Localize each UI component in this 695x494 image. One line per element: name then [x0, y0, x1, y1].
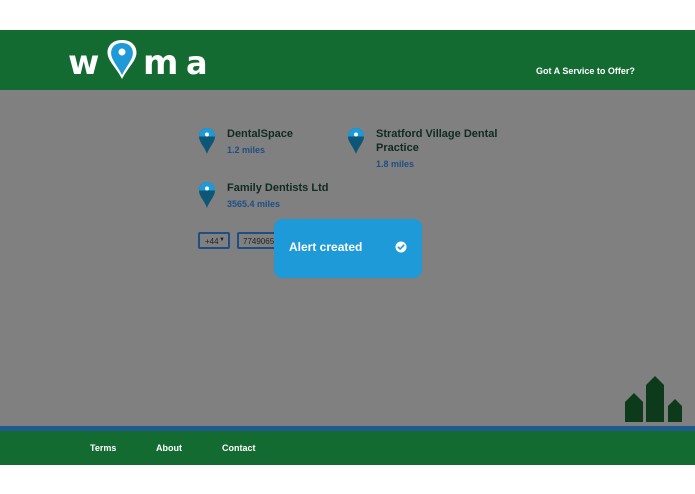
map-pin-icon	[199, 128, 215, 154]
main-content: DentalSpace 1.2 miles Stratford Village …	[0, 90, 695, 426]
chevron-down-icon: ▼	[219, 237, 225, 243]
result-name[interactable]: Stratford Village Dental Practice	[376, 127, 516, 155]
offer-service-link[interactable]: Got A Service to Offer?	[536, 66, 635, 76]
logo-letter-w: w	[68, 43, 99, 82]
logo-letter-a: a	[186, 44, 208, 82]
check-circle-icon	[395, 241, 407, 253]
phone-number-value: 7749065	[243, 237, 275, 246]
wyma-logo[interactable]: w m a	[68, 38, 213, 82]
footer-link-contact[interactable]: Contact	[222, 443, 256, 453]
footer-link-about[interactable]: About	[156, 443, 182, 453]
result-distance: 1.8 miles	[376, 159, 415, 169]
result-name[interactable]: DentalSpace	[227, 127, 367, 141]
city-skyline-icon	[625, 376, 682, 422]
country-code-select[interactable]: +44 ▼	[198, 232, 230, 249]
map-pin-icon	[348, 128, 364, 154]
toast-message: Alert created	[289, 240, 363, 254]
result-name[interactable]: Family Dentists Ltd	[227, 181, 367, 195]
site-header: w m a Got A Service to Offer?	[0, 30, 695, 90]
result-distance: 3565.4 miles	[227, 199, 281, 209]
result-distance: 1.2 miles	[227, 145, 266, 155]
map-pin-icon	[199, 182, 215, 208]
footer-link-terms[interactable]: Terms	[90, 443, 116, 453]
logo-letter-m: m	[143, 43, 178, 82]
site-footer: Terms About Contact	[0, 431, 695, 465]
country-code-value: +44	[205, 237, 219, 246]
alert-toast: Alert created	[274, 219, 422, 278]
